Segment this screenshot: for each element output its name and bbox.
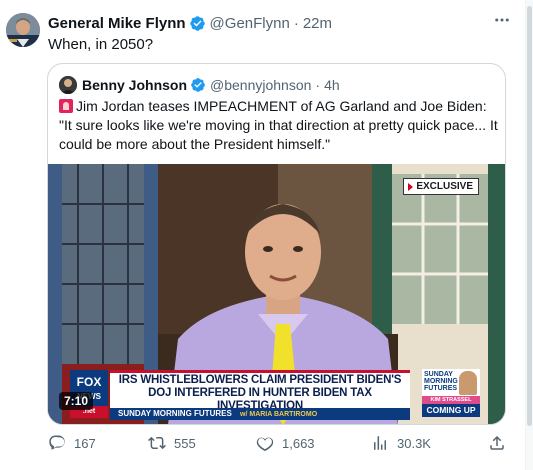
quote-text: Jim Jordan teases IMPEACHMENT of AG Garl… <box>59 98 498 152</box>
promo-photo <box>459 371 477 395</box>
like-count: 1,663 <box>282 435 315 451</box>
promo-title: SUNDAY MORNING FUTURES <box>424 371 458 392</box>
tweet-header: General Mike Flynn @GenFlynn · 22m <box>48 13 332 33</box>
heart-icon <box>256 437 274 452</box>
video-timestamp: 7:10 <box>59 392 94 410</box>
verified-badge-icon <box>189 15 205 31</box>
scrollbar[interactable] <box>525 0 533 470</box>
quote-author-handle[interactable]: @bennyjohnson <box>210 77 311 93</box>
retweet-icon <box>148 436 166 450</box>
retweet-count: 555 <box>174 435 196 451</box>
exclusive-badge: EXCLUSIVE <box>403 178 479 195</box>
scrollbar-thumb[interactable] <box>527 6 532 426</box>
chyron-show-bar: SUNDAY MORNING FUTURES w/ MARIA BARTIROM… <box>110 408 410 420</box>
tweet-text: When, in 2050? <box>48 36 154 53</box>
siren-emoji-icon <box>59 99 73 113</box>
like-button[interactable]: 1,663 <box>256 433 315 453</box>
reply-button[interactable]: 167 <box>48 433 96 453</box>
quote-text-wrap: Jim Jordan teases IMPEACHMENT of AG Garl… <box>59 97 499 154</box>
reply-icon <box>49 435 65 450</box>
reply-count: 167 <box>74 435 96 451</box>
views-button[interactable]: 30.3K <box>371 433 431 453</box>
logo-line1: FOX <box>76 375 102 389</box>
verified-badge-icon <box>191 78 205 92</box>
chyron-show: SUNDAY MORNING FUTURES <box>118 409 232 418</box>
quote-avatar[interactable] <box>59 76 77 94</box>
promo-host: KIM STRASSEL <box>422 396 480 404</box>
quote-header: Benny Johnson @bennyjohnson · 4h <box>59 76 340 94</box>
video-player[interactable]: EXCLUSIVE FOX NEWS .net IRS WHISTLEBLOWE… <box>48 164 505 424</box>
separator-dot: · <box>315 77 321 93</box>
view-count: 30.3K <box>397 435 431 451</box>
avatar[interactable] <box>6 13 40 47</box>
exclusive-label: EXCLUSIVE <box>416 181 473 192</box>
tweet-time[interactable]: 22m <box>303 15 332 32</box>
quoted-tweet[interactable]: Benny Johnson @bennyjohnson · 4h Jim Jor… <box>47 63 506 425</box>
action-bar: 167 555 1,663 30.3K <box>48 433 508 453</box>
tweet[interactable]: General Mike Flynn @GenFlynn · 22m When,… <box>0 0 524 470</box>
chyron-host: w/ MARIA BARTIROMO <box>240 411 318 418</box>
retweet-button[interactable]: 555 <box>148 433 196 453</box>
author-name[interactable]: General Mike Flynn <box>48 15 186 32</box>
analytics-icon <box>374 436 386 450</box>
share-icon <box>490 435 504 450</box>
quote-author-name[interactable]: Benny Johnson <box>82 77 187 93</box>
promo-coming-up: COMING UP <box>422 404 480 417</box>
more-icon[interactable] <box>490 10 514 30</box>
share-button[interactable] <box>488 433 514 453</box>
promo-box: SUNDAY MORNING FUTURES KIM STRASSEL COMI… <box>422 369 480 417</box>
separator-dot: · <box>293 14 299 32</box>
author-handle[interactable]: @GenFlynn <box>210 15 290 32</box>
play-marker-icon <box>408 182 414 191</box>
quote-time[interactable]: 4h <box>324 77 340 93</box>
chyron: IRS WHISTLEBLOWERS CLAIM PRESIDENT BIDEN… <box>110 370 410 412</box>
